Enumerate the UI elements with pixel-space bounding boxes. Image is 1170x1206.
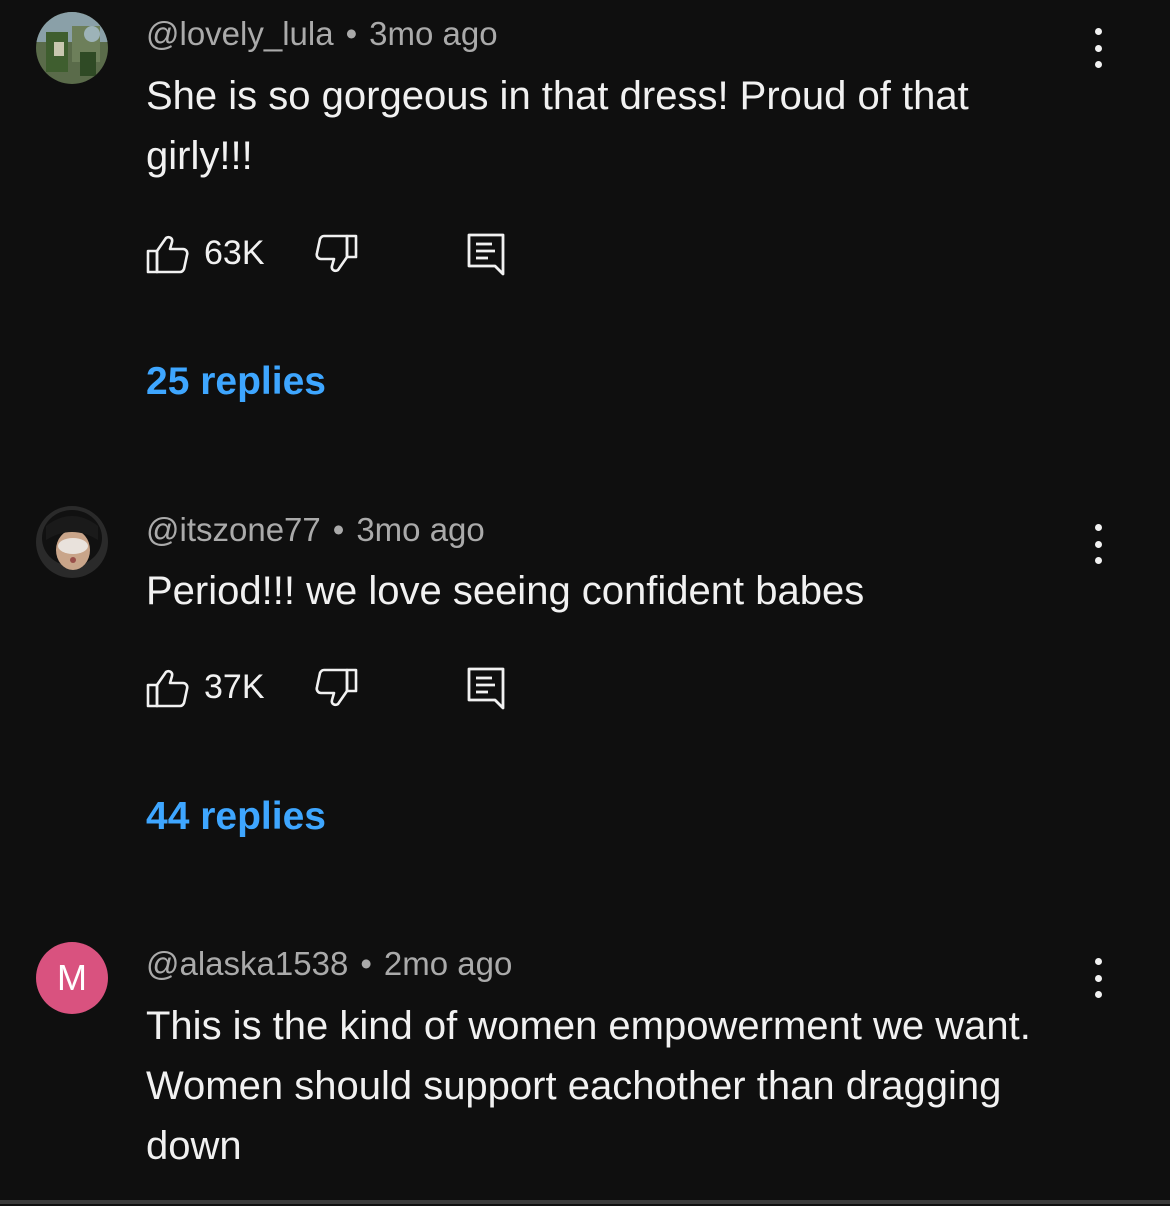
author-handle[interactable]: @lovely_lula <box>146 15 334 52</box>
separator-dot: • <box>332 511 345 548</box>
more-vert-icon[interactable] <box>1088 958 1108 998</box>
comment-time: 3mo ago <box>369 15 498 52</box>
comment: @lovely_lula • 3mo ago She is so gorgeous … <box>0 0 1170 440</box>
comment-meta: @itszone77 • 3mo ago <box>146 511 485 549</box>
reply-icon[interactable] <box>464 232 508 276</box>
bottom-divider <box>0 1200 1170 1204</box>
separator-dot: • <box>360 945 372 982</box>
thumbs-up-icon[interactable] <box>146 232 190 276</box>
comment-text: She is so gorgeous in that dress! Proud … <box>146 74 969 178</box>
thumbs-down-icon[interactable] <box>314 232 358 276</box>
comment: M @alaska1538 • 2mo ago This is the kind o… <box>0 930 1170 1190</box>
comment-actions: 37K <box>146 666 526 710</box>
comment-time: 2mo ago <box>383 945 513 982</box>
more-vert-icon[interactable] <box>1088 28 1108 68</box>
avatar[interactable]: M <box>36 942 108 1014</box>
thumbs-up-icon[interactable] <box>146 666 190 710</box>
view-replies-link[interactable]: 44 replies <box>146 795 326 839</box>
comment-actions: 63K <box>146 232 526 276</box>
avatar[interactable] <box>36 12 108 84</box>
comment-meta: @lovely_lula • 3mo ago <box>146 15 498 53</box>
author-handle[interactable]: @alaska1538 <box>146 945 348 982</box>
like-count: 37K <box>204 668 265 706</box>
reply-icon[interactable] <box>464 666 508 710</box>
comment-time: 3mo ago <box>356 511 485 548</box>
more-vert-icon[interactable] <box>1088 524 1108 564</box>
thumbs-down-icon[interactable] <box>314 666 358 710</box>
separator-dot: • <box>345 15 358 52</box>
author-handle[interactable]: @itszone77 <box>146 511 321 548</box>
avatar[interactable] <box>36 506 108 578</box>
comment-meta: @alaska1538 • 2mo ago <box>146 945 512 983</box>
like-count: 63K <box>204 234 265 272</box>
comment-text: This is the kind of women empowerment we… <box>146 1004 1031 1168</box>
comment-text: Period!!! we love seeing confident babes <box>146 569 865 613</box>
comment: @itszone77 • 3mo ago Period!!! we love see… <box>0 490 1170 910</box>
view-replies-link[interactable]: 25 replies <box>146 360 326 404</box>
